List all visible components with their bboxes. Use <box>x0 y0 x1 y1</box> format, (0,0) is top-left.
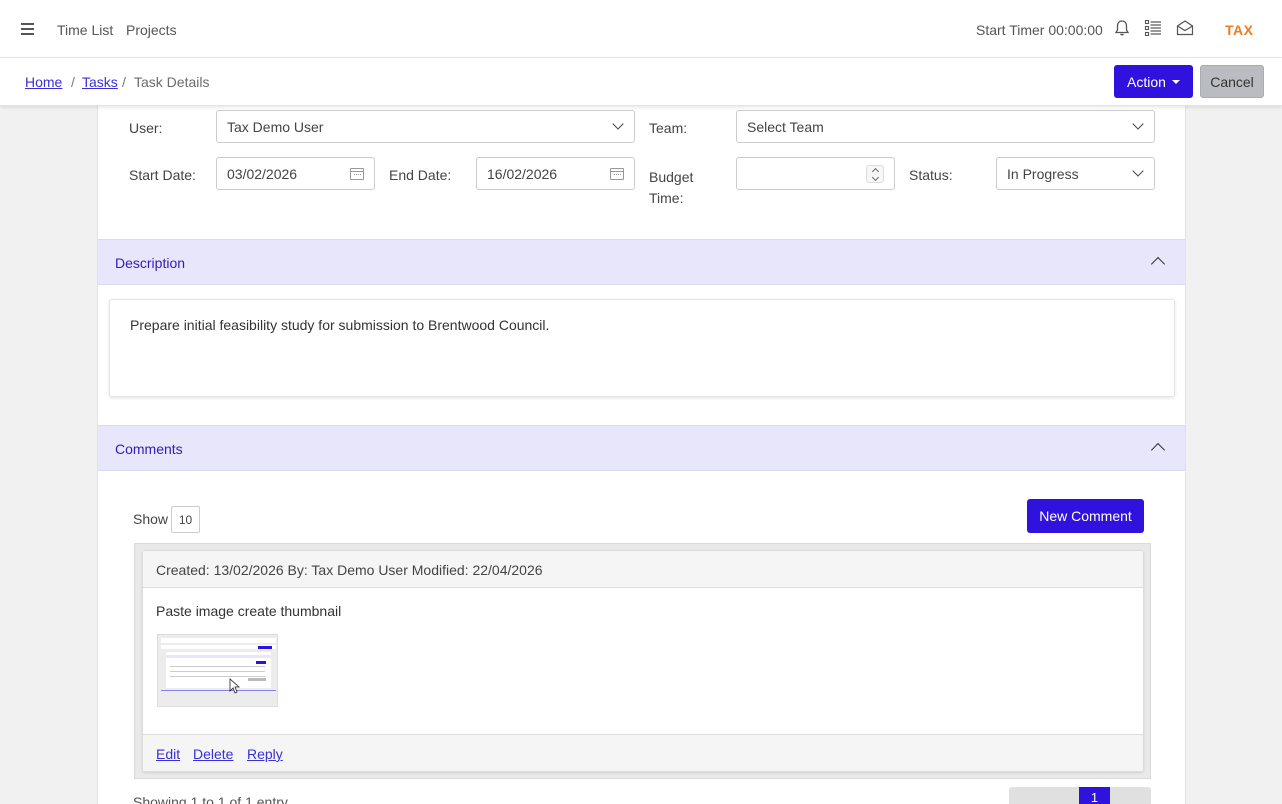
reply-comment-link[interactable]: Reply <box>247 746 283 762</box>
task-details-card: User: Tax Demo User Team: Select Team St… <box>97 106 1186 804</box>
breadcrumb-tasks[interactable]: Tasks <box>82 74 118 90</box>
action-dropdown-button[interactable]: Action <box>1114 65 1193 98</box>
chevron-down-icon <box>612 118 624 130</box>
comments-header[interactable]: Comments <box>98 425 1185 471</box>
action-button-label: Action <box>1127 73 1166 90</box>
comments-list: Created: 13/02/2026 By: Tax Demo User Mo… <box>134 543 1151 779</box>
budget-time-label: Budget Time: <box>649 169 694 206</box>
bell-icon[interactable] <box>1113 19 1131 37</box>
page-button-current[interactable]: 1 <box>1079 787 1110 804</box>
breadcrumb-bar: Home / Tasks / Task Details Action Cance… <box>0 58 1282 106</box>
comment-item: Created: 13/02/2026 By: Tax Demo User Mo… <box>142 550 1144 772</box>
breadcrumb-home-link[interactable]: Home <box>25 74 62 90</box>
description-header[interactable]: Description <box>98 239 1185 285</box>
end-date-input[interactable]: 16/02/2026 <box>476 157 635 190</box>
start-date-input[interactable]: 03/02/2026 <box>216 157 375 190</box>
end-date-label: End Date: <box>389 167 452 183</box>
status-select-value: In Progress <box>1007 166 1079 182</box>
breadcrumb-home[interactable]: Home <box>25 74 62 90</box>
thumbnail-image <box>158 635 277 706</box>
brand-logo[interactable]: TAX <box>1225 22 1253 38</box>
chevron-down-icon <box>1132 118 1144 130</box>
start-date-label: Start Date: <box>129 167 196 183</box>
end-date-value: 16/02/2026 <box>487 166 558 182</box>
user-select[interactable]: Tax Demo User <box>216 110 635 143</box>
start-date-value: 03/02/2026 <box>227 166 298 182</box>
user-label: User: <box>129 120 163 136</box>
comment-text: Paste image create thumbnail <box>156 603 342 619</box>
comments-title: Comments <box>115 441 183 457</box>
hamburger-icon[interactable] <box>21 23 34 35</box>
cancel-button[interactable]: Cancel <box>1200 65 1264 98</box>
status-label: Status: <box>909 167 953 183</box>
team-select[interactable]: Select Team <box>736 110 1155 143</box>
description-box[interactable]: Prepare initial feasibility study for su… <box>109 299 1175 397</box>
caret-down-icon <box>1171 79 1180 84</box>
calendar-icon[interactable] <box>350 168 364 180</box>
start-timer[interactable]: Start Timer 00:00:00 <box>976 22 1103 38</box>
envelope-icon[interactable] <box>1176 19 1194 37</box>
status-select[interactable]: In Progress <box>996 157 1155 190</box>
nav-projects[interactable]: Projects <box>126 22 177 38</box>
chevron-up-icon[interactable] <box>1150 442 1166 458</box>
comment-actions: Edit Delete Reply <box>143 734 1143 771</box>
show-entries-label: Show <box>133 511 169 527</box>
calendar-icon[interactable] <box>610 168 624 180</box>
comment-image-thumbnail[interactable] <box>157 634 278 707</box>
top-navbar: Time List Projects Start Timer 00:00:00 … <box>0 0 1282 58</box>
chevron-up-icon[interactable] <box>1150 256 1166 272</box>
breadcrumb-separator: / <box>122 74 126 90</box>
team-label: Team: <box>649 120 688 136</box>
breadcrumb-current: Task Details <box>134 74 210 90</box>
number-spinner-icon[interactable] <box>866 165 884 183</box>
pagination: 1 <box>1009 787 1151 804</box>
list-icon[interactable] <box>1144 19 1162 37</box>
user-select-value: Tax Demo User <box>227 119 324 135</box>
description-text: Prepare initial feasibility study for su… <box>130 317 550 333</box>
breadcrumb-tasks-link[interactable]: Tasks <box>82 74 118 90</box>
page-size-select[interactable]: 10 <box>171 506 200 533</box>
new-comment-button[interactable]: New Comment <box>1027 499 1144 533</box>
edit-comment-link[interactable]: Edit <box>156 746 180 762</box>
budget-time-input[interactable] <box>736 157 895 190</box>
chevron-down-icon <box>1132 165 1144 177</box>
comment-meta: Created: 13/02/2026 By: Tax Demo User Mo… <box>143 551 1143 588</box>
breadcrumb-separator: / <box>71 74 75 90</box>
nav-time-list[interactable]: Time List <box>57 22 113 38</box>
pagination-summary: Showing 1 to 1 of 1 entry <box>133 794 288 804</box>
team-select-value: Select Team <box>747 119 824 135</box>
delete-comment-link[interactable]: Delete <box>193 746 233 762</box>
description-title: Description <box>115 255 186 271</box>
